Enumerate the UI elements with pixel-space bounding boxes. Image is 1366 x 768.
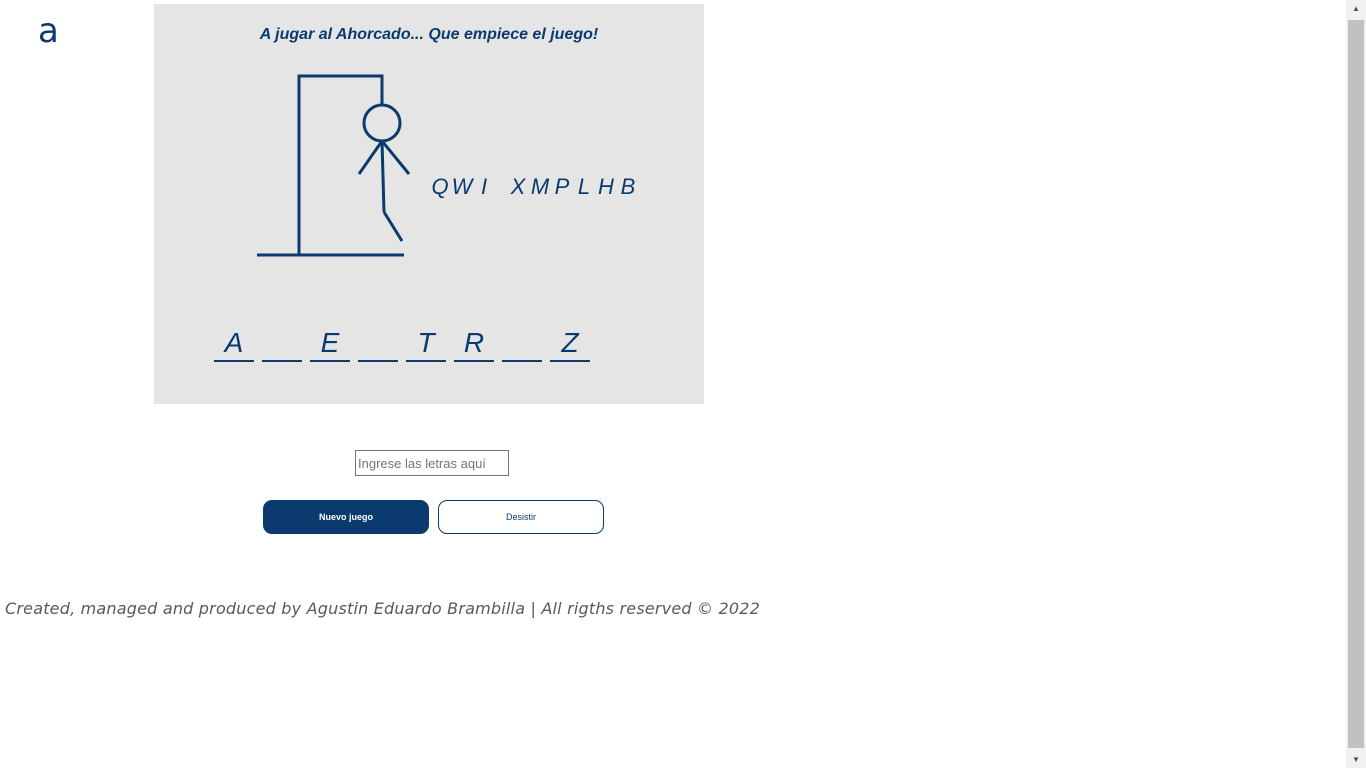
wrong-letter: B xyxy=(620,174,636,199)
letter-slot xyxy=(502,326,542,362)
give-up-button[interactable]: Desistir xyxy=(438,500,604,534)
scroll-down-icon[interactable]: ▼ xyxy=(1346,751,1366,768)
wrong-letter xyxy=(495,174,507,200)
wrong-letters: Q W I X M P L H B xyxy=(429,174,639,200)
logo[interactable]: a xyxy=(38,14,59,48)
scrollbar-thumb[interactable] xyxy=(1348,20,1364,748)
letter-slot: Z xyxy=(550,326,590,362)
word-slots: A E T R Z xyxy=(214,326,590,362)
letter-slot: A xyxy=(214,326,254,362)
footer-credits: Created, managed and produced by Agustin… xyxy=(5,599,761,618)
wrong-letter: M xyxy=(530,174,550,199)
hangman-left-arm xyxy=(357,140,384,175)
letter-slot xyxy=(358,326,398,362)
wrong-letter: P xyxy=(554,174,570,199)
game-panel: A jugar al Ahorcado... Que empiece el ju… xyxy=(154,4,704,404)
wrong-letter: Q xyxy=(431,174,449,199)
wrong-letter: W xyxy=(451,174,473,199)
vertical-scrollbar[interactable]: ▲ ▼ xyxy=(1346,0,1366,768)
letter-input[interactable] xyxy=(355,450,509,476)
scroll-up-icon[interactable]: ▲ xyxy=(1346,0,1366,17)
wrong-letter: L xyxy=(577,174,591,199)
wrong-letter: H xyxy=(598,174,614,199)
letter-slot: E xyxy=(310,326,350,362)
hangman-right-leg xyxy=(382,211,404,242)
new-game-button[interactable]: Nuevo juego xyxy=(263,500,429,534)
wrong-letter: X xyxy=(510,174,526,199)
letter-slot: R xyxy=(454,326,494,362)
letter-slot: T xyxy=(406,326,446,362)
page: a A jugar al Ahorcado... Que empiece el … xyxy=(0,0,1366,768)
hangman-right-arm xyxy=(380,140,411,175)
letter-slot xyxy=(262,326,302,362)
wrong-letter: I xyxy=(480,174,488,199)
hangman-head xyxy=(362,103,402,143)
hangman-body xyxy=(380,140,386,213)
